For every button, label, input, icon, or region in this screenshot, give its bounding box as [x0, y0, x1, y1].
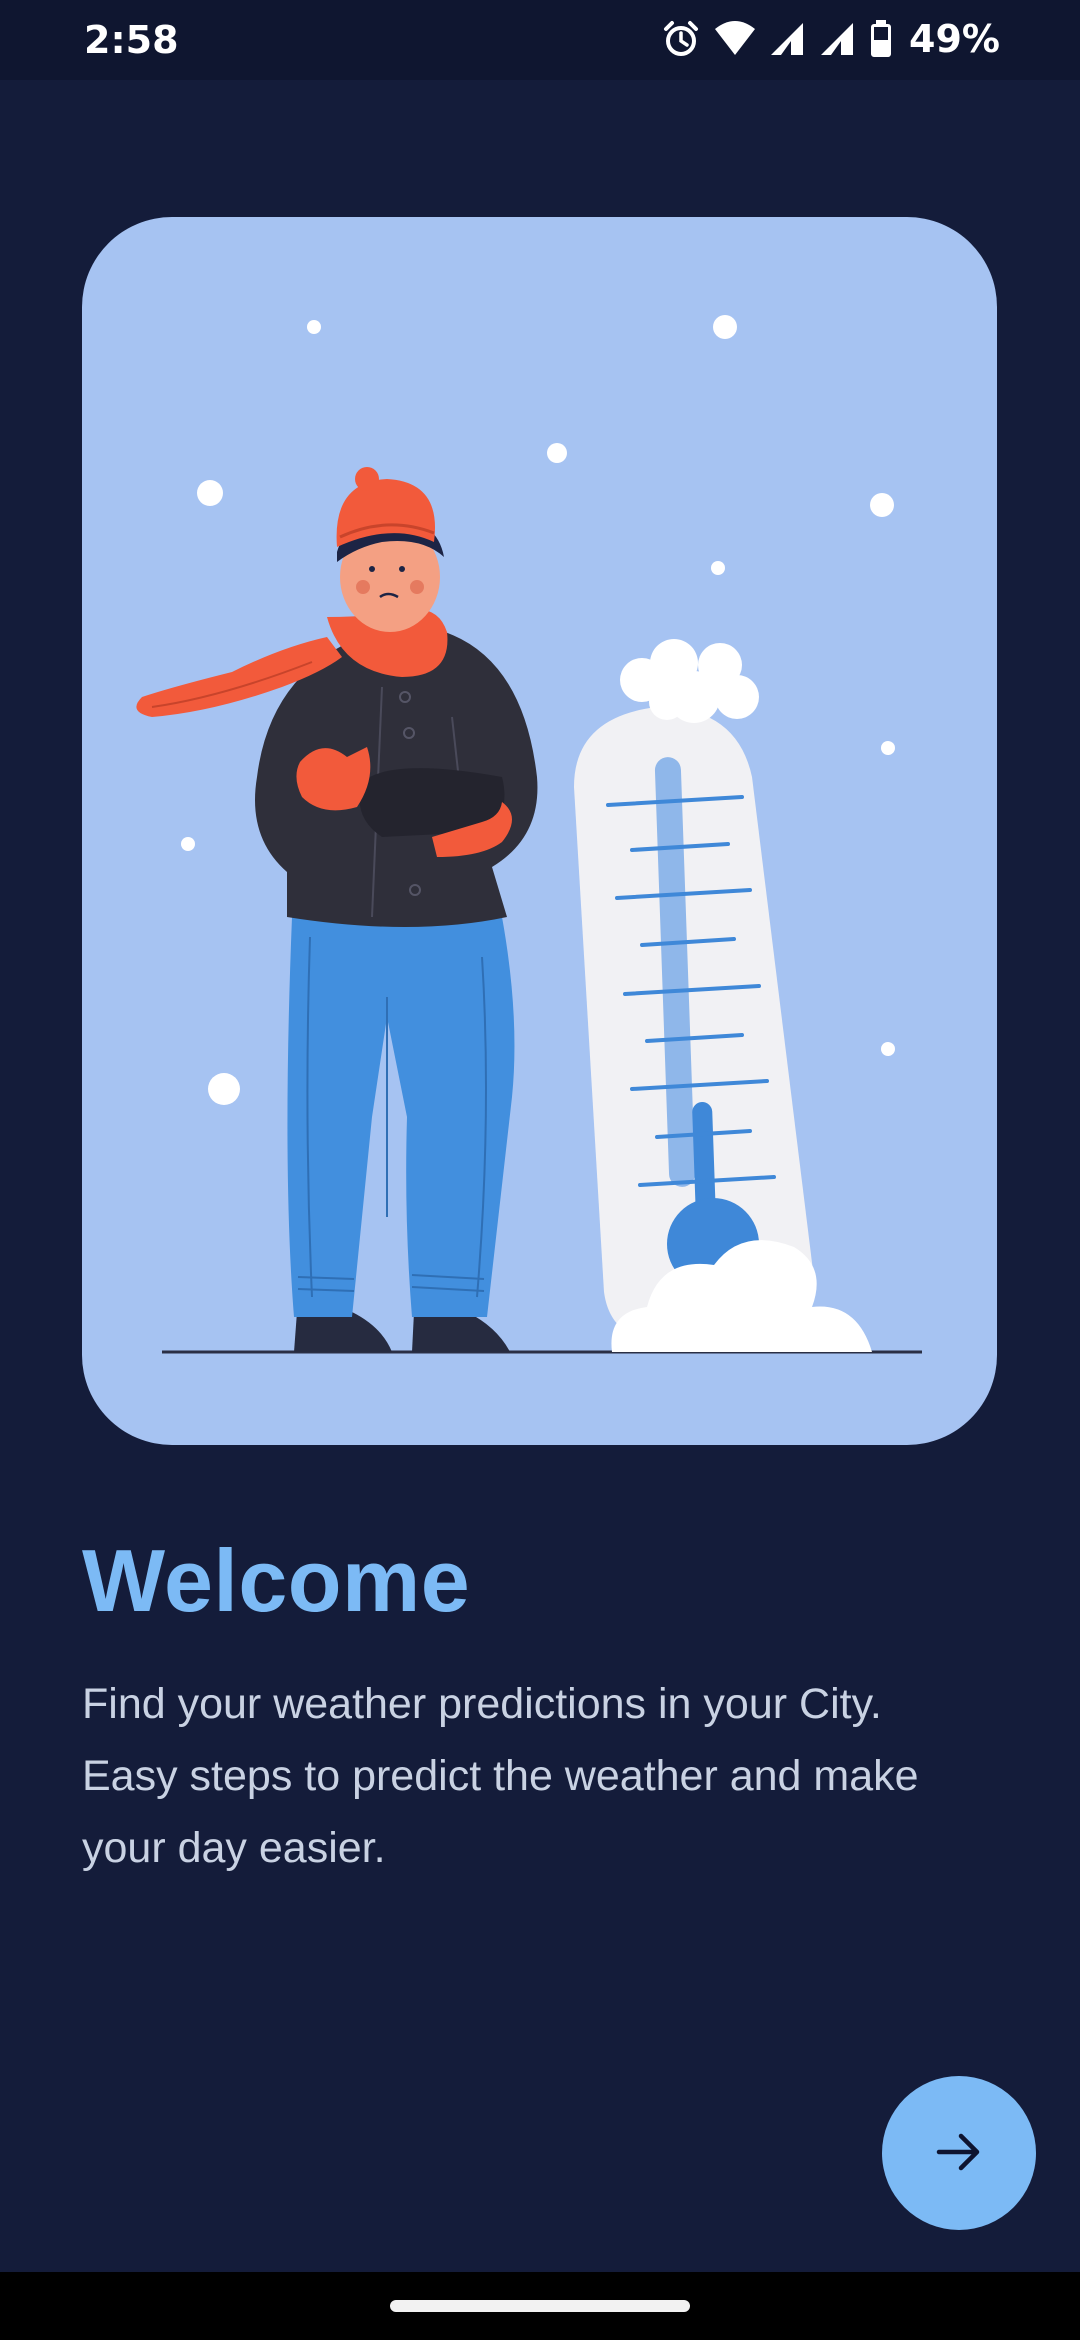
welcome-line-3: your day easier. [82, 1824, 386, 1872]
signal-icon [819, 19, 857, 59]
battery-icon [869, 19, 893, 59]
status-bar: 2:58 49% [0, 0, 1080, 80]
welcome-description: Find your weather predictions in your Ci… [82, 1668, 1022, 1884]
home-indicator[interactable] [390, 2300, 690, 2312]
next-button[interactable] [882, 2076, 1036, 2230]
arrow-right-icon [933, 2126, 985, 2181]
person-figure [136, 467, 538, 1352]
welcome-title: Welcome [82, 1531, 471, 1630]
wifi-icon [713, 19, 757, 59]
illustration-card [82, 217, 997, 1445]
status-time: 2:58 [84, 18, 179, 62]
alarm-icon [661, 19, 701, 59]
welcome-line-2: Easy steps to predict the weather and ma… [82, 1752, 919, 1800]
battery-percent: 49% [909, 17, 1000, 61]
welcome-line-1: Find your weather predictions in your Ci… [82, 1680, 882, 1728]
status-icons: 49% [661, 16, 1000, 62]
cold-weather-illustration [136, 315, 922, 1354]
thermometer [574, 639, 872, 1352]
signal-icon [769, 19, 807, 59]
